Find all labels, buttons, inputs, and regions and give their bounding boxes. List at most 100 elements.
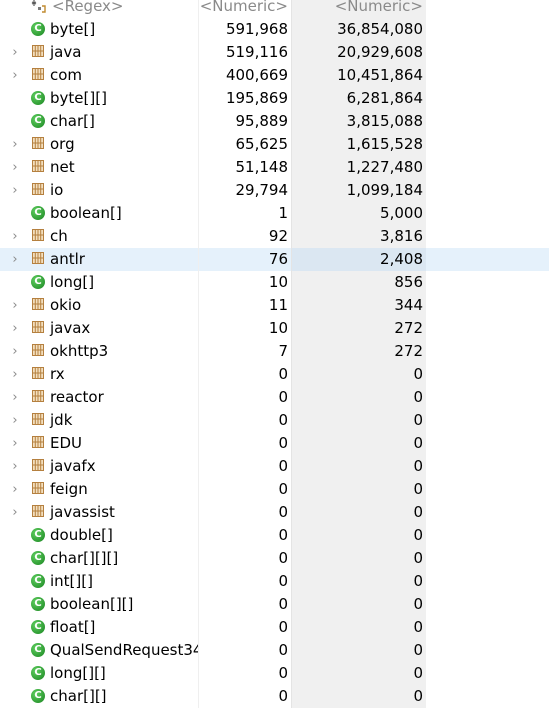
table-row[interactable]: › net 51,148 1,227,480 (0, 156, 549, 179)
shallow-heap-cell: 95,889 (198, 110, 291, 133)
table-row[interactable]: › okio 11 344 (0, 294, 549, 317)
name-cell: Cboolean[] (0, 202, 198, 225)
shallow-heap-cell: 195,869 (198, 87, 291, 110)
retained-heap-cell: 0 (291, 570, 426, 593)
table-row[interactable]: Cboolean[] 1 5,000 (0, 202, 549, 225)
table-row[interactable]: › io 29,794 1,099,184 (0, 179, 549, 202)
row-name-label: com (50, 66, 83, 84)
expand-chevron-icon[interactable]: › (9, 340, 21, 363)
table-row[interactable]: Cbyte[] 591,968 36,854,080 (0, 18, 549, 41)
retained-heap-cell: 1,099,184 (291, 179, 426, 202)
table-row[interactable]: › ch 92 3,816 (0, 225, 549, 248)
table-body: Cbyte[] 591,968 36,854,080 › java 519,116 20,9… (0, 18, 549, 708)
table-row[interactable]: › okhttp3 7 272 (0, 340, 549, 363)
shallow-heap-cell: 0 (198, 386, 291, 409)
expand-chevron-icon[interactable]: › (9, 409, 21, 432)
shallow-heap-cell: 0 (198, 478, 291, 501)
retained-filter-input[interactable]: <Numeric> (291, 0, 426, 18)
name-cell: › antlr (0, 248, 198, 271)
name-cell: › com (0, 64, 198, 87)
table-row[interactable]: › jdk 0 0 (0, 409, 549, 432)
package-icon (32, 344, 44, 356)
table-row[interactable]: › EDU 0 0 (0, 432, 549, 455)
expand-chevron-icon[interactable]: › (9, 248, 21, 271)
table-row[interactable]: Cfloat[] 0 0 (0, 616, 549, 639)
retained-heap-cell: 272 (291, 317, 426, 340)
expand-chevron-icon[interactable]: › (9, 294, 21, 317)
retained-heap-cell: 0 (291, 409, 426, 432)
table-row[interactable]: › javax 10 272 (0, 317, 549, 340)
class-icon: C (31, 597, 45, 611)
shallow-filter-input[interactable]: <Numeric> (198, 0, 291, 18)
table-row[interactable]: › javafx 0 0 (0, 455, 549, 478)
row-name-label: javax (50, 319, 91, 337)
name-cell: Cfloat[] (0, 616, 198, 639)
retained-heap-cell: 344 (291, 294, 426, 317)
class-icon: C (31, 666, 45, 680)
row-name-label: io (50, 181, 64, 199)
table-row[interactable]: › javassist 0 0 (0, 501, 549, 524)
expand-chevron-icon[interactable]: › (9, 317, 21, 340)
table-row[interactable]: Cbyte[][] 195,869 6,281,864 (0, 87, 549, 110)
table-row[interactable]: › reactor 0 0 (0, 386, 549, 409)
table-row[interactable]: Cboolean[][] 0 0 (0, 593, 549, 616)
shallow-heap-cell: 29,794 (198, 179, 291, 202)
retained-heap-cell: 0 (291, 685, 426, 708)
retained-heap-cell: 10,451,864 (291, 64, 426, 87)
table-row[interactable]: Cchar[] 95,889 3,815,088 (0, 110, 549, 133)
shallow-heap-cell: 0 (198, 570, 291, 593)
package-icon (32, 68, 44, 80)
name-filter-input[interactable]: <Regex> (52, 0, 123, 18)
expand-chevron-icon[interactable]: › (9, 386, 21, 409)
retained-heap-cell: 0 (291, 616, 426, 639)
retained-heap-cell: 2,408 (291, 248, 426, 271)
name-cell: Cboolean[][] (0, 593, 198, 616)
row-name-label: okhttp3 (50, 342, 109, 360)
row-name-label: reactor (50, 388, 104, 406)
table-row[interactable]: › java 519,116 20,929,608 (0, 41, 549, 64)
table-row[interactable]: Clong[][] 0 0 (0, 662, 549, 685)
retained-heap-cell: 0 (291, 547, 426, 570)
expand-chevron-icon[interactable]: › (9, 455, 21, 478)
expand-chevron-icon[interactable]: › (9, 41, 21, 64)
class-icon: C (31, 574, 45, 588)
table-row[interactable]: › antlr 76 2,408 (0, 248, 549, 271)
retained-heap-cell: 6,281,864 (291, 87, 426, 110)
table-row[interactable]: Cchar[][][] 0 0 (0, 547, 549, 570)
shallow-heap-cell: 0 (198, 685, 291, 708)
table-row[interactable]: Cdouble[] 0 0 (0, 524, 549, 547)
retained-heap-cell: 0 (291, 593, 426, 616)
table-row[interactable]: Cchar[][] 0 0 (0, 685, 549, 708)
package-icon (32, 505, 44, 517)
table-row[interactable]: › org 65,625 1,615,528 (0, 133, 549, 156)
expand-chevron-icon[interactable]: › (9, 64, 21, 87)
row-name-label: javafx (50, 457, 96, 475)
expand-chevron-icon[interactable]: › (9, 363, 21, 386)
row-name-label: java (50, 43, 82, 61)
expand-chevron-icon[interactable]: › (9, 156, 21, 179)
row-name-label: boolean[] (50, 204, 122, 222)
table-row[interactable]: Clong[] 10 856 (0, 271, 549, 294)
expand-chevron-icon[interactable]: › (9, 432, 21, 455)
name-cell: › org (0, 133, 198, 156)
table-row[interactable]: › com 400,669 10,451,864 (0, 64, 549, 87)
expand-chevron-icon[interactable]: › (9, 179, 21, 202)
table-row[interactable]: Cint[][] 0 0 (0, 570, 549, 593)
package-icon (32, 229, 44, 241)
name-filter-cell[interactable]: <Regex> (0, 0, 198, 18)
expand-chevron-icon[interactable]: › (9, 501, 21, 524)
retained-heap-cell: 1,227,480 (291, 156, 426, 179)
retained-heap-cell: 0 (291, 432, 426, 455)
class-icon: C (31, 275, 45, 289)
expand-chevron-icon[interactable]: › (9, 478, 21, 501)
expand-chevron-icon[interactable]: › (9, 133, 21, 156)
shallow-heap-cell: 519,116 (198, 41, 291, 64)
retained-heap-cell: 272 (291, 340, 426, 363)
row-name-label: byte[] (50, 20, 96, 38)
table-row[interactable]: C QualSendRequest34 0 0 (0, 639, 549, 662)
table-row[interactable]: › feign 0 0 (0, 478, 549, 501)
shallow-heap-cell: 400,669 (198, 64, 291, 87)
class-icon: C (31, 91, 45, 105)
expand-chevron-icon[interactable]: › (9, 225, 21, 248)
table-row[interactable]: › rx 0 0 (0, 363, 549, 386)
